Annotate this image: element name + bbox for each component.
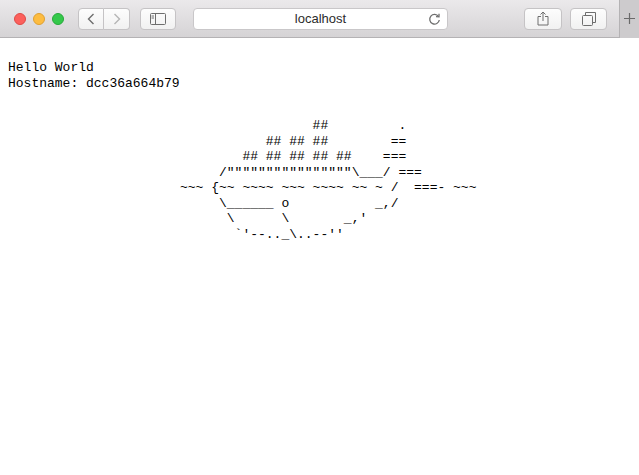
address-bar[interactable]: localhost bbox=[193, 8, 448, 30]
plus-icon bbox=[624, 13, 635, 24]
sidebar-icon bbox=[150, 13, 166, 25]
ascii-art: ## . ## ## ## == ## ## ## ## ## === /"""… bbox=[8, 118, 631, 242]
navigation-buttons bbox=[78, 8, 130, 30]
text-line: Hostname: dcc36a664b79 bbox=[8, 76, 631, 92]
reload-button[interactable] bbox=[428, 13, 441, 26]
ascii-art-line: ## . bbox=[180, 118, 631, 134]
ascii-art-line: \______ o _,/ bbox=[180, 196, 631, 212]
ascii-art-line: ~~~ {~~ ~~~~ ~~~ ~~~~ ~~ ~ / ===- ~~~ bbox=[180, 180, 631, 196]
tabs-button[interactable] bbox=[570, 8, 607, 30]
minimize-button[interactable] bbox=[33, 13, 45, 25]
address-text: localhost bbox=[295, 11, 346, 26]
chevron-left-icon bbox=[87, 13, 95, 25]
toolbar: localhost bbox=[0, 0, 639, 38]
close-button[interactable] bbox=[14, 13, 26, 25]
reload-icon bbox=[428, 13, 441, 26]
share-icon bbox=[537, 11, 549, 26]
ascii-art-line: \ \ _,' bbox=[180, 211, 631, 227]
tabs-icon bbox=[582, 12, 596, 26]
share-button[interactable] bbox=[524, 8, 562, 30]
sidebar-button[interactable] bbox=[140, 8, 176, 30]
ascii-art-line: /""""""""""""""""\___/ === bbox=[180, 165, 631, 181]
window-controls bbox=[14, 13, 64, 25]
back-button[interactable] bbox=[78, 8, 104, 30]
zoom-button[interactable] bbox=[52, 13, 64, 25]
browser-window: localhost Hello WorldHostname: dcc36a664b… bbox=[0, 0, 639, 475]
forward-button[interactable] bbox=[104, 8, 130, 30]
ascii-art-line: `'--.._\..--'' bbox=[180, 227, 631, 243]
text-line: Hello World bbox=[8, 60, 631, 76]
page-content: Hello WorldHostname: dcc36a664b79 ## . #… bbox=[0, 38, 639, 242]
ascii-art-line: ## ## ## ## ## === bbox=[180, 149, 631, 165]
ascii-art-line: ## ## ## == bbox=[180, 134, 631, 150]
chevron-right-icon bbox=[113, 13, 121, 25]
new-tab-button[interactable] bbox=[619, 0, 639, 38]
